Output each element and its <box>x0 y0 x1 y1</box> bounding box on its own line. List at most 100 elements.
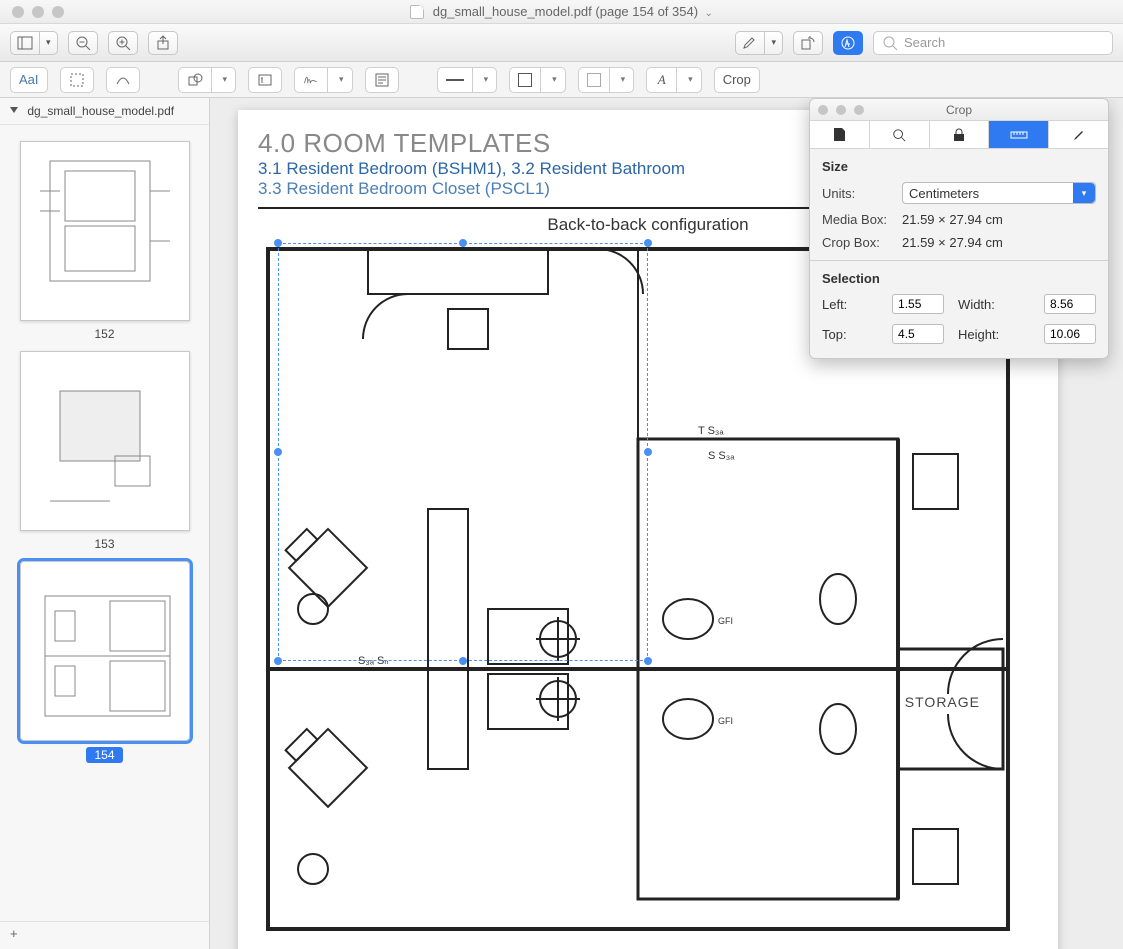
search-icon <box>882 35 898 51</box>
sign-dropdown-button[interactable]: ▾ <box>327 67 353 93</box>
crop-box-label: Crop Box: <box>822 235 892 250</box>
chevron-down-icon: ▾ <box>484 74 489 85</box>
crop-box-value: 21.59 × 27.94 cm <box>902 235 1003 250</box>
thumbnail-number: 153 <box>94 537 114 551</box>
crop-selection[interactable] <box>278 243 648 661</box>
crop-handle-bm[interactable] <box>459 657 467 665</box>
sidebar-file-header[interactable]: dg_small_house_model.pdf <box>0 98 209 125</box>
storage-label: STORAGE <box>905 694 980 710</box>
tab-document[interactable] <box>810 121 870 148</box>
zoom-in-icon <box>115 35 131 51</box>
sketch-tool-button[interactable] <box>106 67 140 93</box>
line-width-button[interactable] <box>437 67 472 93</box>
units-select[interactable]: Centimeters ▾ <box>902 182 1096 204</box>
thumbnail-preview <box>20 141 190 321</box>
width-label: Width: <box>958 297 1030 312</box>
units-value: Centimeters <box>909 186 979 201</box>
share-button[interactable] <box>148 31 178 55</box>
stroke-color-dropdown[interactable]: ▾ <box>540 67 566 93</box>
fill-color-dropdown[interactable]: ▾ <box>609 67 635 93</box>
stroke-swatch-icon <box>518 73 532 87</box>
tab-pencil[interactable] <box>1049 121 1108 148</box>
thumbnail-item-selected[interactable]: 154 <box>20 561 190 763</box>
view-dropdown-button[interactable]: ▾ <box>39 31 58 55</box>
chevron-down-icon[interactable]: ⌄ <box>702 8 713 19</box>
line-width-dropdown[interactable]: ▾ <box>472 67 498 93</box>
text-style-button[interactable]: AaI <box>10 67 48 93</box>
shapes-button[interactable] <box>178 67 211 93</box>
stroke-color-button[interactable] <box>509 67 540 93</box>
left-input[interactable] <box>892 294 944 314</box>
selection-icon <box>69 72 85 88</box>
zoom-out-button[interactable] <box>68 31 98 55</box>
chevron-down-icon: ▾ <box>552 74 557 85</box>
sidebar-filename: dg_small_house_model.pdf <box>27 104 174 118</box>
note-button[interactable] <box>365 67 399 93</box>
thumbnail-item[interactable]: 152 <box>20 141 190 341</box>
units-label: Units: <box>822 186 892 201</box>
fill-swatch-icon <box>587 73 601 87</box>
crop-handle-ml[interactable] <box>274 448 282 456</box>
selection-heading: Selection <box>822 271 1096 286</box>
left-label: Left: <box>822 297 878 312</box>
media-box-label: Media Box: <box>822 212 892 227</box>
window-title-filename: dg_small_house_model.pdf <box>433 4 592 19</box>
sign-button[interactable] <box>294 67 327 93</box>
window-title[interactable]: dg_small_house_model.pdf (page 154 of 35… <box>0 4 1123 19</box>
chevron-down-icon: ▾ <box>771 37 776 48</box>
height-input[interactable] <box>1044 324 1096 344</box>
svg-text:T S₃ₐ: T S₃ₐ <box>698 425 724 437</box>
markup-button[interactable] <box>833 31 863 55</box>
disclosure-triangle-icon[interactable] <box>10 107 18 113</box>
pencil-icon <box>1072 128 1086 142</box>
search-input[interactable]: Search <box>873 31 1113 55</box>
crop-panel-title: Crop <box>810 103 1108 117</box>
zoom-in-button[interactable] <box>108 31 138 55</box>
main-toolbar: ▾ ▾ Search <box>0 24 1123 62</box>
crop-button[interactable]: Crop <box>714 67 760 93</box>
selection-tool-button[interactable] <box>60 67 94 93</box>
fill-color-button[interactable] <box>578 67 609 93</box>
crop-handle-br[interactable] <box>644 657 652 665</box>
crop-handle-tr[interactable] <box>644 239 652 247</box>
tab-ruler[interactable] <box>989 121 1049 148</box>
font-dropdown[interactable]: ▾ <box>676 67 702 93</box>
thumbnail-list[interactable]: 152 153 154 <box>0 125 209 921</box>
panel-divider <box>810 260 1108 261</box>
chevron-down-icon: ▾ <box>621 74 626 85</box>
width-input[interactable] <box>1044 294 1096 314</box>
window-titlebar[interactable]: dg_small_house_model.pdf (page 154 of 35… <box>0 0 1123 24</box>
highlight-button[interactable] <box>735 31 764 55</box>
shapes-dropdown-button[interactable]: ▾ <box>211 67 237 93</box>
size-heading: Size <box>822 159 1096 174</box>
text-box-button[interactable] <box>248 67 282 93</box>
view-segmented: ▾ <box>10 31 58 55</box>
signature-icon <box>303 72 319 88</box>
thumbnails-sidebar: dg_small_house_model.pdf 152 153 154 <box>0 98 210 949</box>
thumbnail-preview <box>20 561 190 741</box>
sidebar-toggle-button[interactable] <box>10 31 39 55</box>
sidebar-icon <box>17 35 33 51</box>
crop-handle-mr[interactable] <box>644 448 652 456</box>
crop-handle-bl[interactable] <box>274 657 282 665</box>
tab-lock[interactable] <box>930 121 990 148</box>
chevron-down-icon: ▾ <box>688 74 693 85</box>
crop-panel-tabs <box>810 121 1108 149</box>
document-viewport[interactable]: 4.0 ROOM TEMPLATES 3.1 Resident Bedroom … <box>210 98 1123 949</box>
sidebar-add-button[interactable]: + <box>0 921 209 949</box>
crop-handle-tm[interactable] <box>459 239 467 247</box>
chevron-down-icon: ▾ <box>46 37 51 48</box>
top-input[interactable] <box>892 324 944 344</box>
crop-panel-titlebar[interactable]: Crop <box>810 99 1108 121</box>
thumbnail-item[interactable]: 153 <box>20 351 190 551</box>
tab-search[interactable] <box>870 121 930 148</box>
font-button[interactable]: A <box>646 67 676 93</box>
highlight-dropdown-button[interactable]: ▾ <box>764 31 783 55</box>
crop-inspector-panel[interactable]: Crop Size Units: Centimeters ▾ <box>809 98 1109 359</box>
crop-handle-tl[interactable] <box>274 239 282 247</box>
rotate-button[interactable] <box>793 31 823 55</box>
document-icon <box>410 5 424 19</box>
marker-icon <box>742 35 758 51</box>
chevron-down-icon: ▾ <box>223 74 228 85</box>
top-label: Top: <box>822 327 878 342</box>
